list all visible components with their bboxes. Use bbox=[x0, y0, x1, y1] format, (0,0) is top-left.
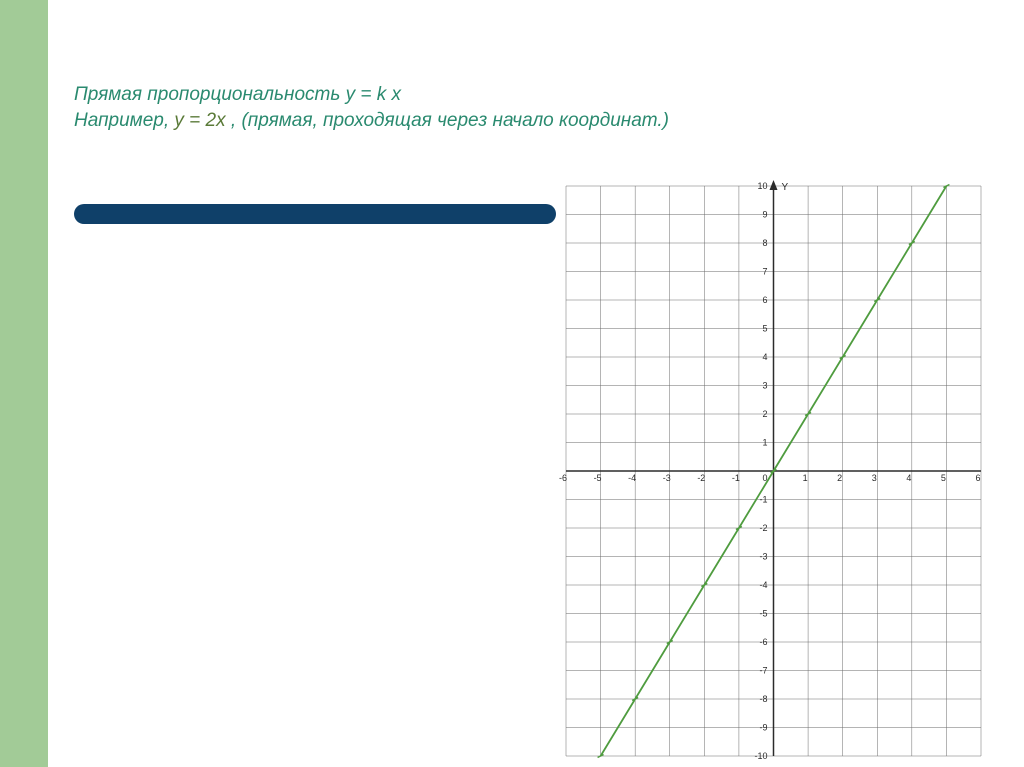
svg-text:-4: -4 bbox=[759, 580, 767, 590]
svg-text:1: 1 bbox=[803, 473, 808, 483]
svg-text:-5: -5 bbox=[594, 473, 602, 483]
svg-text:-6: -6 bbox=[559, 473, 567, 483]
svg-text:3: 3 bbox=[872, 473, 877, 483]
svg-text:7: 7 bbox=[762, 267, 767, 277]
svg-text:5: 5 bbox=[762, 324, 767, 334]
svg-text:5: 5 bbox=[941, 473, 946, 483]
svg-text:-6: -6 bbox=[759, 637, 767, 647]
svg-text:-2: -2 bbox=[759, 523, 767, 533]
sidebar-decoration bbox=[0, 0, 48, 767]
slide-title: Прямая пропорциональность у = k х Наприм… bbox=[74, 82, 974, 133]
chart-plot: -6 -5 -4 -3 -2 -1 1 2 3 4 5 6 -10 -9 -8 -7 -6 -5 -4 -3 -2 -1 1… bbox=[556, 176, 991, 766]
svg-text:3: 3 bbox=[762, 381, 767, 391]
svg-text:8: 8 bbox=[762, 238, 767, 248]
svg-text:-1: -1 bbox=[732, 473, 740, 483]
svg-text:-4: -4 bbox=[628, 473, 636, 483]
svg-text:-1: -1 bbox=[759, 495, 767, 505]
svg-text:-8: -8 bbox=[759, 694, 767, 704]
svg-text:-10: -10 bbox=[754, 751, 767, 761]
title-equation-general: у = k х bbox=[346, 84, 401, 105]
svg-text:-9: -9 bbox=[759, 723, 767, 733]
title-text-1: Прямая пропорциональность bbox=[74, 84, 346, 105]
svg-text:-3: -3 bbox=[663, 473, 671, 483]
svg-text:10: 10 bbox=[757, 181, 767, 191]
svg-text:1: 1 bbox=[762, 438, 767, 448]
divider-bar bbox=[74, 204, 556, 224]
svg-text:2: 2 bbox=[837, 473, 842, 483]
svg-text:-7: -7 bbox=[759, 666, 767, 676]
title-text-3: , (прямая, проходящая через начало коорд… bbox=[231, 110, 669, 131]
title-text-2: Например, bbox=[74, 110, 174, 131]
svg-text:6: 6 bbox=[762, 295, 767, 305]
svg-text:2: 2 bbox=[762, 409, 767, 419]
svg-text:-5: -5 bbox=[759, 609, 767, 619]
svg-text:-3: -3 bbox=[759, 552, 767, 562]
svg-text:-2: -2 bbox=[697, 473, 705, 483]
svg-text:9: 9 bbox=[762, 210, 767, 220]
slide: Прямая пропорциональность у = k х Наприм… bbox=[0, 0, 1024, 767]
svg-text:6: 6 bbox=[975, 473, 980, 483]
title-equation-example: у = 2х bbox=[174, 110, 231, 131]
svg-text:Y: Y bbox=[782, 182, 789, 193]
svg-text:4: 4 bbox=[906, 473, 911, 483]
svg-text:4: 4 bbox=[762, 352, 767, 362]
